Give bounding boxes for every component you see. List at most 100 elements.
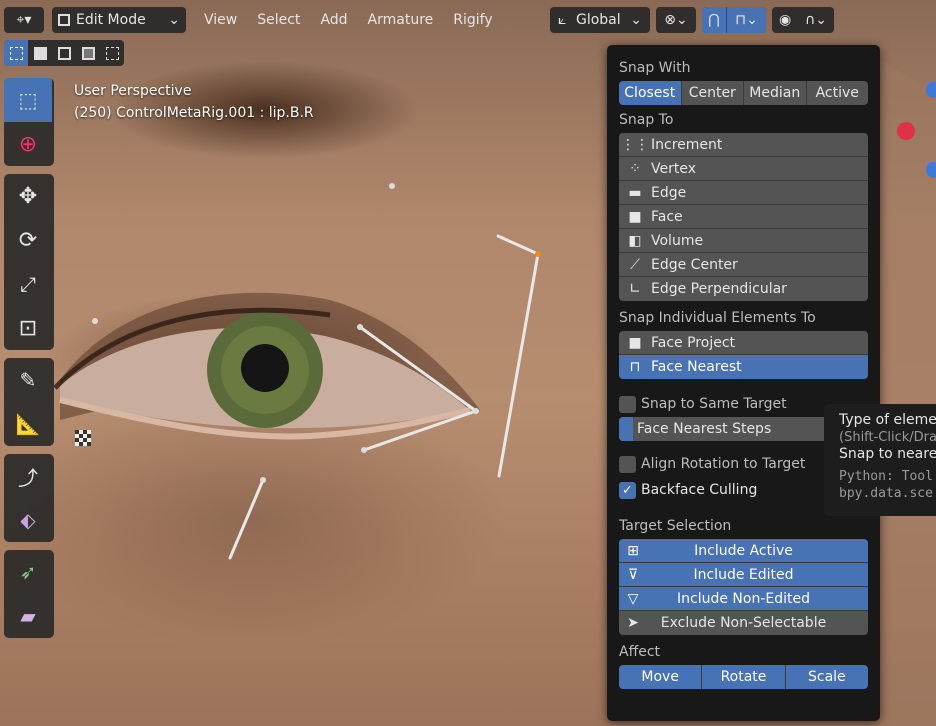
bone-roll-icon: ➶ <box>19 560 37 584</box>
face-nearest-icon: ⊓ <box>629 359 641 375</box>
snap-to-increment[interactable]: ⋮⋮ Increment <box>619 133 868 157</box>
snap-controls: ⋂ ⊓⌄ <box>702 7 766 33</box>
select-extend-mode[interactable] <box>28 40 52 66</box>
select-box-tool[interactable]: ⬚ <box>4 78 52 122</box>
tool-shelf: ⬚ ⊕ ✥ ⟳ ⤢ ⊡ ✎ 📐 ⤴ ⬖ ➶ ▰ <box>4 78 54 646</box>
select-invert-icon <box>81 46 95 60</box>
tooltip-python: Python: Tool <box>839 469 933 484</box>
individual-elements-list: ■ Face Project ⊓ Face Nearest <box>619 331 868 379</box>
menu-add[interactable]: Add <box>310 7 357 33</box>
affect-selector: Move Rotate Scale <box>619 665 868 689</box>
snap-with-median[interactable]: Median <box>744 81 807 105</box>
orientation-icon: ⟀ <box>558 12 567 28</box>
select-subtract-mode[interactable] <box>52 40 76 66</box>
pivot-point-dropdown[interactable]: ⊗⌄ <box>656 7 696 33</box>
editor-type-icon: ⌖▾ <box>16 12 32 28</box>
target-selection-list: ⊞ Include Active ⊽ Include Edited ▽ Include… <box>619 539 868 635</box>
snap-to-edge-center[interactable]: ⟋ Edge Center <box>619 253 868 277</box>
menu-select[interactable]: Select <box>247 7 310 33</box>
transform-orientation-dropdown[interactable]: ⟀ Global ⌄ <box>550 7 650 33</box>
object-label: (250) ControlMetaRig.001 : lip.B.R <box>74 105 314 121</box>
extrude-tool[interactable]: ⤴ <box>4 454 52 498</box>
increment-icon: ⋮⋮ <box>621 136 649 153</box>
checker-icon <box>75 430 91 446</box>
magnet-icon: ⋂ <box>708 12 720 28</box>
affect-title: Affect <box>619 644 661 660</box>
chevron-down-icon: ⌄ <box>168 12 180 28</box>
snap-to-vertex[interactable]: ⁘ Vertex <box>619 157 868 181</box>
chevron-down-icon: ⌄ <box>630 12 642 28</box>
snap-toggle-button[interactable]: ⋂ <box>702 7 726 33</box>
menu-rigify[interactable]: Rigify <box>443 7 502 33</box>
select-box-mode[interactable] <box>4 40 28 66</box>
edge-perpendicular-icon: ∟ <box>629 281 641 297</box>
scale-tool[interactable]: ⤢ <box>4 262 52 306</box>
bone-roll-tool[interactable]: ➶ <box>4 550 52 594</box>
ruler-icon: 📐 <box>15 412 41 436</box>
mode-dropdown[interactable]: Edit Mode ⌄ <box>52 7 186 33</box>
rotate-tool[interactable]: ⟳ <box>4 218 52 262</box>
viewport-grid-toggle[interactable] <box>75 430 91 446</box>
snap-to-edge-perpendicular[interactable]: ∟ Edge Perpendicular <box>619 277 868 301</box>
snap-to-face[interactable]: ■ Face <box>619 205 868 229</box>
pencil-icon: ✎ <box>19 368 37 392</box>
extrude-icon: ⤴ <box>18 465 38 490</box>
face-icon: ■ <box>628 208 642 225</box>
snap-to-title: Snap To <box>619 112 674 128</box>
move-tool[interactable]: ✥ <box>4 174 52 218</box>
backface-culling-checkbox[interactable]: ✓ <box>619 481 636 499</box>
move-icon: ✥ <box>18 183 38 209</box>
select-intersect-mode[interactable] <box>100 40 124 66</box>
snap-to-volume[interactable]: ◧ Volume <box>619 229 868 253</box>
snap-with-center[interactable]: Center <box>681 81 744 105</box>
face-project-option[interactable]: ■ Face Project <box>619 331 868 355</box>
mode-label: Edit Mode <box>76 12 146 28</box>
cursor-arrow-icon: ➤ <box>627 615 639 631</box>
include-edited-toggle[interactable]: ⊽ Include Edited <box>619 563 868 587</box>
include-non-edited-toggle[interactable]: ▽ Include Non-Edited <box>619 587 868 611</box>
face-nearest-option[interactable]: ⊓ Face Nearest <box>619 355 868 379</box>
snap-same-target-label: Snap to Same Target <box>641 396 787 412</box>
cursor-arrow-icon: ⬚ <box>18 88 38 112</box>
bone-size-tool[interactable]: ⬖ <box>4 498 52 542</box>
viewport-info: User Perspective (250) ControlMetaRig.00… <box>74 80 314 124</box>
bone-envelope-tool[interactable]: ▰ <box>4 594 52 638</box>
editor-type-button[interactable]: ⌖▾ <box>4 7 44 33</box>
proportional-icon: ◉ <box>778 12 792 28</box>
affect-move[interactable]: Move <box>619 665 703 689</box>
cursor-tool[interactable]: ⊕ <box>4 122 52 166</box>
select-box-icon <box>9 46 23 60</box>
exclude-non-selectable-toggle[interactable]: ➤ Exclude Non-Selectable <box>619 611 868 635</box>
edge-center-icon: ⟋ <box>630 256 640 273</box>
select-extend-icon <box>33 46 47 60</box>
align-rotation-label: Align Rotation to Target <box>641 456 806 472</box>
menu-armature[interactable]: Armature <box>358 7 444 33</box>
tooltip-title: Type of elemen <box>839 412 936 428</box>
falloff-icon: ∩⌄ <box>805 12 828 28</box>
include-active-toggle[interactable]: ⊞ Include Active <box>619 539 868 563</box>
checkmark-icon: ✓ <box>622 482 633 498</box>
snap-with-selector: Closest Center Median Active <box>619 81 868 105</box>
snap-with-closest[interactable]: Closest <box>619 81 682 105</box>
annotate-tool[interactable]: ✎ <box>4 358 52 402</box>
include-edited-icon: ⊽ <box>627 566 639 583</box>
snap-with-active[interactable]: Active <box>806 81 868 105</box>
backface-culling-label: Backface Culling <box>641 482 758 498</box>
select-invert-mode[interactable] <box>76 40 100 66</box>
snap-to-list: ⋮⋮ Increment ⁘ Vertex ▬ Edge ■ Face ◧ Volume … <box>619 133 868 301</box>
transform-tool[interactable]: ⊡ <box>4 306 52 350</box>
face-nearest-icon: ⊓⌄ <box>735 12 758 28</box>
align-rotation-checkbox[interactable] <box>619 455 636 473</box>
rotate-icon: ⟳ <box>18 227 38 253</box>
tooltip-hint: (Shift-Click/Dra <box>839 430 936 445</box>
affect-scale[interactable]: Scale <box>785 665 868 689</box>
proportional-editing[interactable]: ◉ ∩⌄ <box>772 7 834 33</box>
snap-to-edge[interactable]: ▬ Edge <box>619 181 868 205</box>
transform-icon: ⊡ <box>18 315 38 341</box>
measure-tool[interactable]: 📐 <box>4 402 52 446</box>
snap-same-target-checkbox[interactable] <box>619 395 636 413</box>
menu-view[interactable]: View <box>194 7 247 33</box>
snap-target-dropdown[interactable]: ⊓⌄ <box>726 7 766 33</box>
selection-mode-bar <box>4 40 124 66</box>
affect-rotate[interactable]: Rotate <box>702 665 786 689</box>
